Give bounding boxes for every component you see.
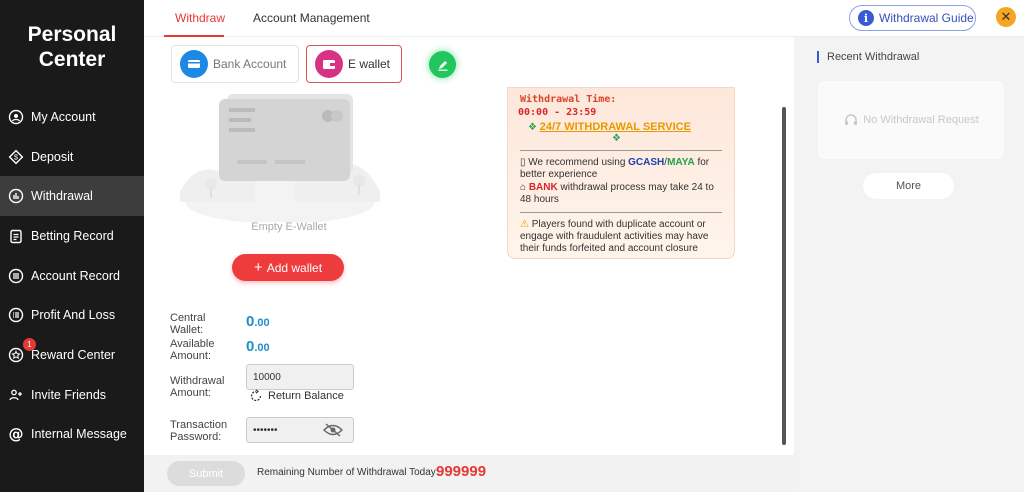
e-wallet-label: E wallet [348,57,391,71]
withdrawal-guide-button[interactable]: i Withdrawal Guide [849,5,976,31]
svg-text:@: @ [9,426,24,442]
empty-wallet-illustration [180,94,380,222]
sidebar-item-account-record[interactable]: Account Record [0,256,144,296]
plus-icon: + [253,258,263,276]
withdrawal-guide-label: Withdrawal Guide [879,11,974,25]
sidebar-item-label: Account Record [31,268,120,283]
sidebar-title-line2: Center [38,48,106,71]
wallet-icon [315,50,343,78]
bank-card-icon [180,50,208,78]
sidebar: Personal Center My Account $ Deposit Wit… [0,0,144,492]
recent-withdrawal-title: Recent Withdrawal [817,51,919,63]
tab-account-management[interactable]: Account Management [253,11,370,25]
withdrawal-time-title: Withdrawal Time: [520,94,617,105]
scrollbar[interactable] [782,107,786,445]
more-button[interactable]: More [863,173,954,199]
sidebar-item-reward-center[interactable]: 1 Reward Center [0,335,144,375]
gcash-label: GCASH [628,157,665,168]
at-icon: @ [8,426,24,442]
no-withdrawal-request: No Withdrawal Request [818,81,1004,159]
close-button[interactable]: ✕ [996,7,1016,27]
headset-icon [845,114,858,125]
sidebar-item-profit-and-loss[interactable]: Profit And Loss [0,295,144,335]
user-circle-icon [8,109,24,125]
maya-label: MAYA [667,157,695,168]
money-icon-2: ❖ [612,133,621,144]
svg-text:$: $ [14,154,18,161]
divider [520,150,722,151]
sidebar-title-line1: Personal [27,23,117,46]
recent-withdrawal-panel: Recent Withdrawal No Withdrawal Request … [794,37,1024,492]
withdrawal-time-range: 00:00 - 23:59 [518,107,597,118]
sidebar-item-my-account[interactable]: My Account [0,97,144,137]
bank-account-label: Bank Account [213,57,287,71]
tab-withdraw[interactable]: Withdraw [175,11,225,25]
sidebar-nav: My Account $ Deposit Withdrawal Betting … [0,97,144,454]
available-amount-value: 0.00 [246,338,270,355]
sidebar-item-betting-record[interactable]: Betting Record [0,216,144,256]
withdrawal-amount-label: Withdrawal Amount: [170,375,225,399]
sidebar-item-invite-friends[interactable]: Invite Friends [0,375,144,415]
recommendation-text: ▯ We recommend using GCASH/MAYA for bett… [520,157,722,181]
withdrawal-amount-input[interactable]: 10000 [246,364,354,390]
divider-2 [520,212,722,213]
sidebar-item-withdrawal[interactable]: Withdrawal [0,176,144,217]
warning-label: Players found with duplicate account or … [520,219,709,254]
list-lines-icon [8,307,24,323]
bank-icon: ⌂ [520,182,527,193]
available-amount-label: Available Amount: [170,338,215,362]
e-wallet-option[interactable]: E wallet [306,45,402,83]
submit-button[interactable]: Submit [167,461,245,486]
withdrawal-service-label: 24/7 WITHDRAWAL SERVICE [539,121,691,133]
sidebar-item-deposit[interactable]: $ Deposit [0,137,144,177]
star-circle-icon [8,347,24,363]
pencil-icon [438,60,447,71]
edit-wallet-button[interactable] [429,51,456,78]
return-balance-label: Return Balance [268,390,344,402]
close-icon: ✕ [1000,9,1012,24]
sidebar-item-label: Invite Friends [31,387,107,402]
clipboard-icon [8,228,24,244]
sidebar-item-label: Betting Record [31,228,114,243]
sidebar-title: Personal Center [0,22,144,72]
return-balance-button[interactable]: Return Balance [249,389,344,403]
bank-account-option[interactable]: Bank Account [171,45,299,83]
sidebar-item-label: My Account [31,109,96,124]
info-icon: i [858,10,874,26]
rec-prefix: We recommend using [528,157,629,168]
transaction-password-input[interactable]: ••••••• [246,417,354,443]
diamond-icon: $ [8,149,24,165]
bank-notice-text: ⌂ BANK withdrawal process may take 24 to… [520,182,722,206]
sidebar-item-label: Withdrawal [31,189,93,204]
sidebar-item-label: Internal Message [31,427,127,442]
remaining-withdrawals-value: 999999 [436,463,487,480]
add-wallet-label: Add wallet [266,260,323,275]
sidebar-item-label: Reward Center [31,347,116,362]
empty-e-wallet-label: Empty E-Wallet [251,221,327,233]
warning-text: ⚠ Players found with duplicate account o… [520,219,722,255]
central-wallet-value: 0.00 [246,313,270,330]
users-plus-icon [8,387,24,403]
remaining-withdrawals-label: Remaining Number of Withdrawal Today: [257,467,439,478]
bank-label: BANK [528,182,558,193]
sidebar-item-label: Deposit [31,149,74,164]
refresh-icon [250,389,262,402]
sidebar-item-label: Profit And Loss [31,308,116,323]
withdrawal-notice: Withdrawal Time: 00:00 - 23:59 ❖ 24/7 WI… [507,87,735,259]
top-tabs-bar: Withdraw Account Management i Withdrawal… [144,0,1024,37]
bar-chart-icon [8,188,24,204]
sidebar-item-internal-message[interactable]: @ Internal Message [0,415,144,455]
money-icon: ❖ [528,122,537,133]
phone-icon: ▯ [520,157,526,168]
central-wallet-label: Central Wallet: [170,312,206,336]
transaction-password-label: Transaction Password: [170,419,228,443]
list-circle-icon [8,268,24,284]
no-withdrawal-label: No Withdrawal Request [863,114,979,126]
add-wallet-button[interactable]: + Add wallet [232,254,344,281]
active-tab-underline [164,35,224,37]
warning-icon: ⚠ [520,219,529,230]
eye-off-icon[interactable] [323,423,343,437]
password-dots: ••••••• [253,424,278,436]
